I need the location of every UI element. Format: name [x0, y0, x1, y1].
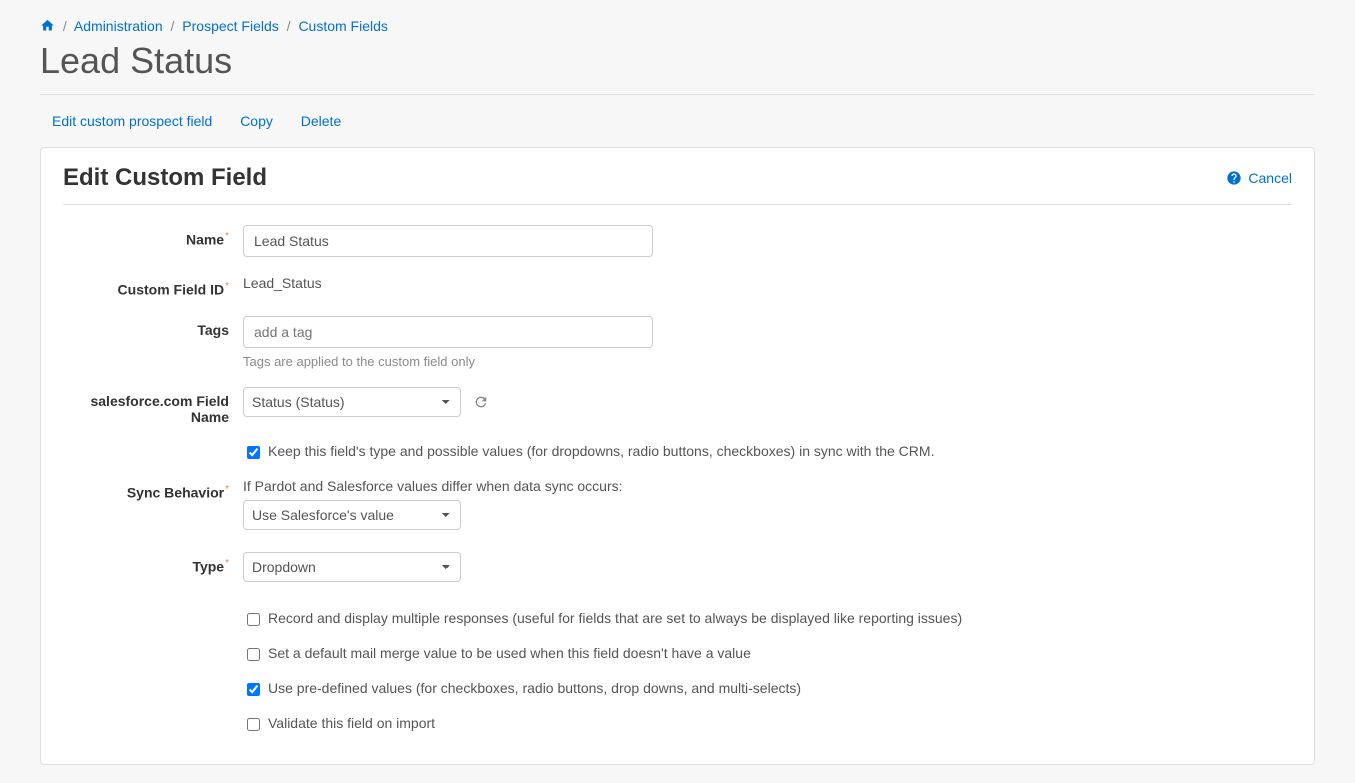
breadcrumb-admin[interactable]: Administration — [74, 18, 163, 34]
breadcrumb: / Administration / Prospect Fields / Cus… — [40, 18, 1315, 36]
action-links: Edit custom prospect field Copy Delete — [52, 113, 1315, 129]
multiple-responses-label[interactable]: Record and display multiple responses (u… — [268, 610, 962, 626]
home-icon — [40, 18, 55, 33]
multiple-responses-checkbox[interactable] — [247, 613, 260, 626]
panel-title: Edit Custom Field — [63, 164, 267, 192]
edit-field-link[interactable]: Edit custom prospect field — [52, 113, 212, 129]
sync-behavior-label: Sync Behavior* — [63, 478, 243, 501]
type-select[interactable]: Dropdown — [243, 552, 461, 582]
sf-field-label: salesforce.com Field Name — [63, 387, 243, 425]
cancel-label: Cancel — [1248, 170, 1292, 186]
tags-help: Tags are applied to the custom field onl… — [243, 354, 1292, 369]
breadcrumb-sep: / — [63, 18, 67, 34]
tags-label: Tags — [63, 316, 243, 338]
name-label: Name* — [63, 225, 243, 248]
sync-behavior-select[interactable]: Use Salesforce's value — [243, 500, 461, 530]
validate-import-label[interactable]: Validate this field on import — [268, 715, 435, 731]
refresh-icon — [473, 394, 489, 410]
default-merge-checkbox[interactable] — [247, 648, 260, 661]
edit-panel: Edit Custom Field Cancel Name* Custom Fi… — [40, 147, 1315, 765]
type-label: Type* — [63, 552, 243, 575]
custom-field-id-value: Lead_Status — [243, 275, 1292, 291]
cancel-link[interactable]: Cancel — [1226, 170, 1292, 186]
name-input[interactable] — [243, 225, 653, 257]
sf-field-select[interactable]: Status (Status) — [243, 387, 461, 417]
keep-sync-label[interactable]: Keep this field's type and possible valu… — [268, 443, 934, 459]
predefined-values-label[interactable]: Use pre-defined values (for checkboxes, … — [268, 680, 801, 696]
custom-field-id-label: Custom Field ID* — [63, 275, 243, 298]
home-link[interactable] — [40, 18, 55, 36]
page-title: Lead Status — [40, 40, 1315, 82]
breadcrumb-custom-fields[interactable]: Custom Fields — [298, 18, 387, 34]
validate-import-checkbox[interactable] — [247, 718, 260, 731]
predefined-values-checkbox[interactable] — [247, 683, 260, 696]
help-icon — [1226, 170, 1242, 186]
sync-behavior-desc: If Pardot and Salesforce values differ w… — [243, 478, 1292, 494]
delete-link[interactable]: Delete — [301, 113, 341, 129]
copy-link[interactable]: Copy — [240, 113, 273, 129]
tags-input[interactable] — [243, 316, 653, 348]
breadcrumb-prospect-fields[interactable]: Prospect Fields — [182, 18, 278, 34]
keep-sync-checkbox[interactable] — [247, 446, 260, 459]
default-merge-label[interactable]: Set a default mail merge value to be use… — [268, 645, 751, 661]
refresh-button[interactable] — [473, 394, 489, 413]
breadcrumb-sep: / — [171, 18, 175, 34]
breadcrumb-sep: / — [287, 18, 291, 34]
